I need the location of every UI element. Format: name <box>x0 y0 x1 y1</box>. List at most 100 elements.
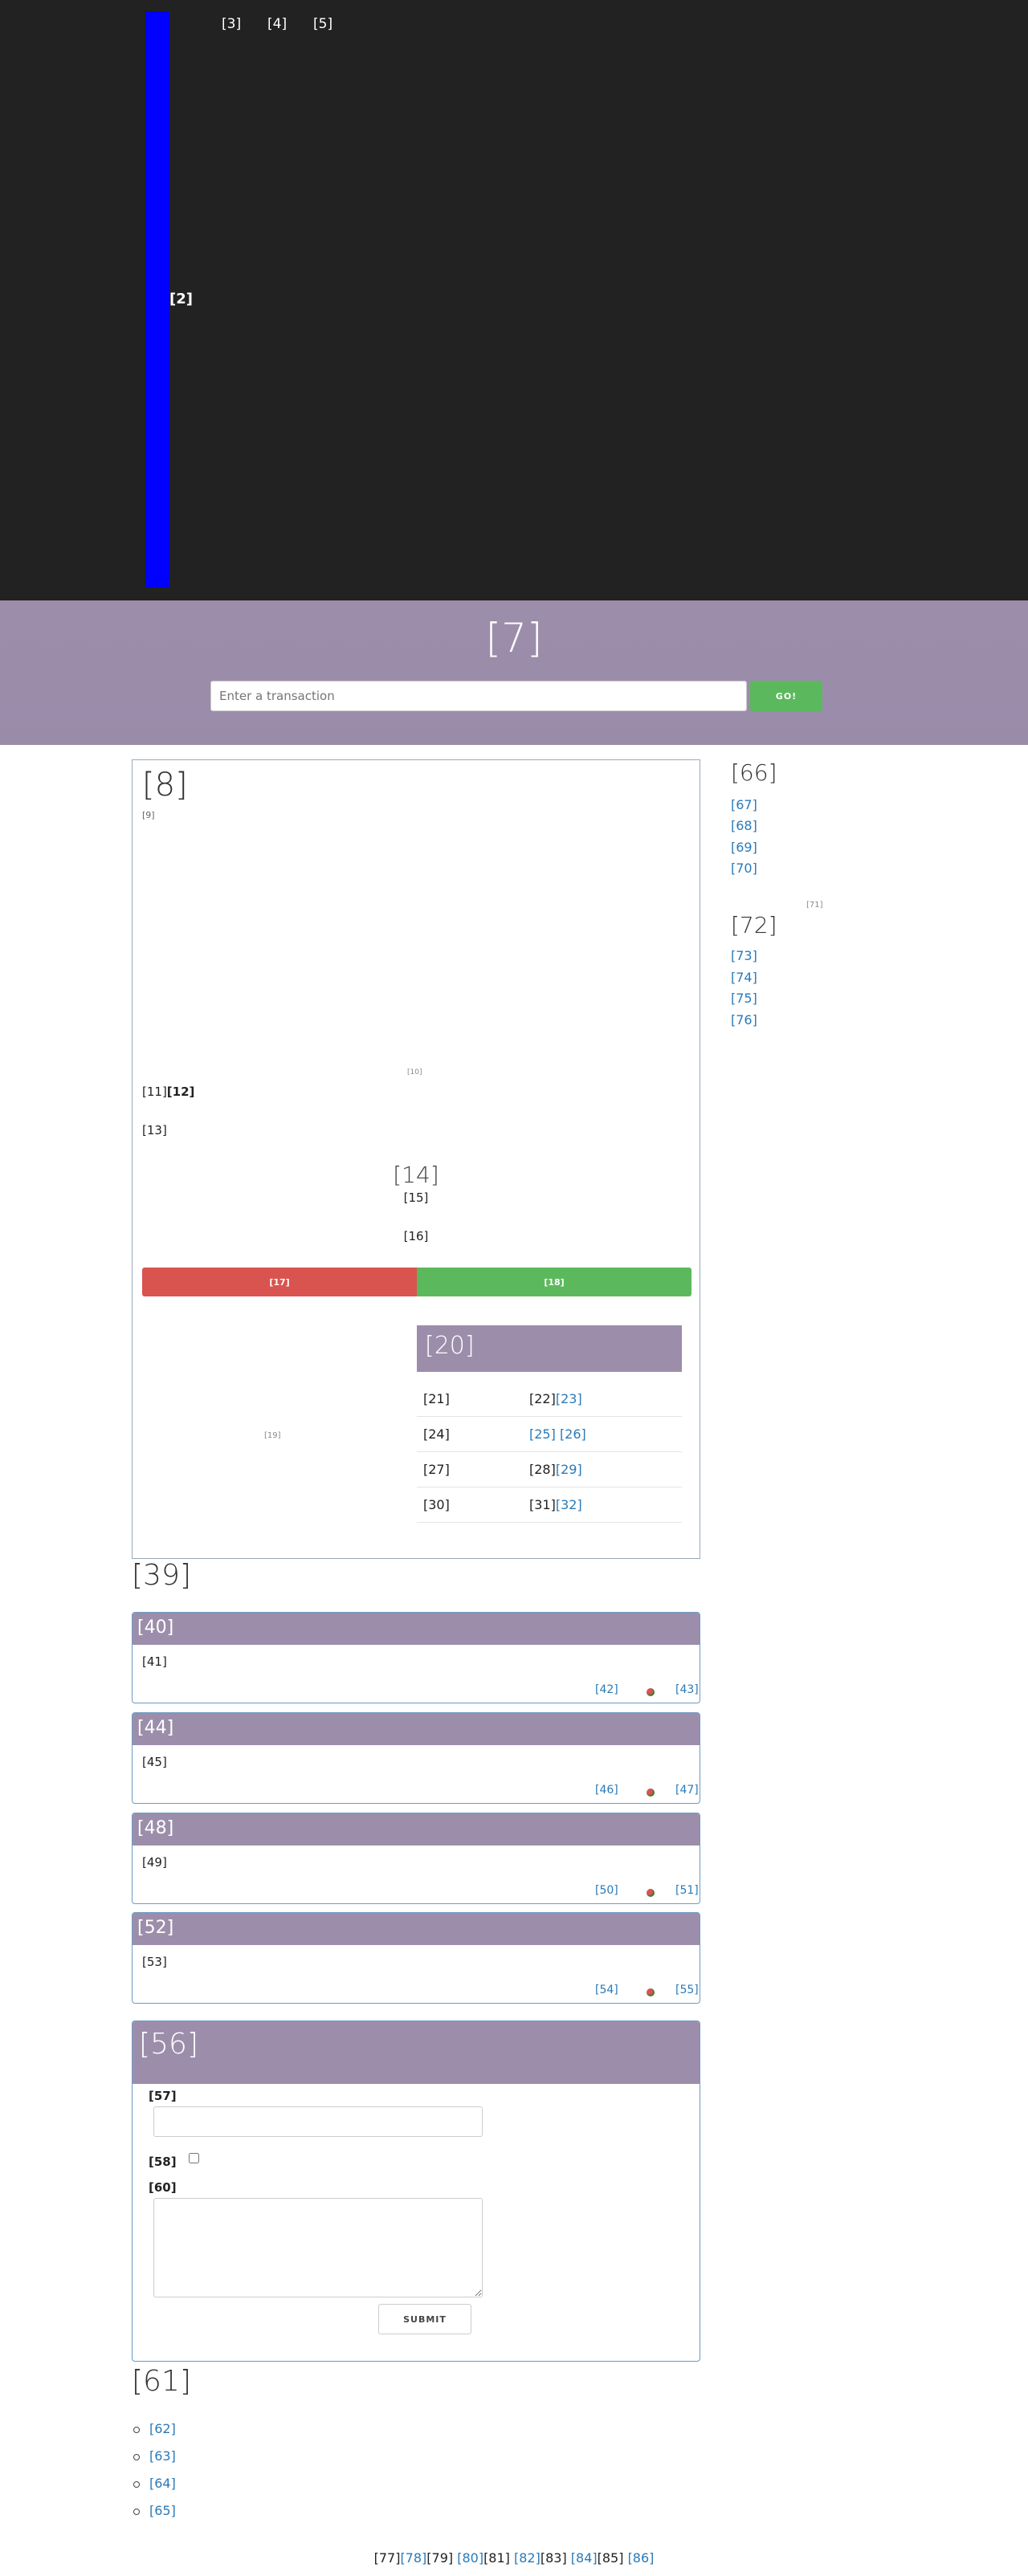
status-dot-icon <box>647 1688 655 1696</box>
transaction-search-input[interactable] <box>210 681 747 711</box>
progress-bar-green: [18] <box>417 1268 691 1296</box>
post-card-body: [41] <box>142 1654 167 1669</box>
go-button[interactable]: GO! <box>750 681 822 711</box>
sidebar-block-2-title: [72] <box>731 912 777 938</box>
sidebar-block-1-title: [66] <box>731 759 777 786</box>
table-row-value: [28][29] <box>529 1462 582 1477</box>
sidebar-caption: [71] <box>806 901 823 910</box>
checkbox-input[interactable] <box>189 2153 199 2163</box>
sidebar-link[interactable]: [74] <box>731 970 757 985</box>
table-row-value: [22][23] <box>529 1391 582 1406</box>
footer-text: [77] <box>373 2550 401 2566</box>
details-table-header: [20] <box>417 1325 682 1372</box>
table-row: [27] [28][29] <box>417 1452 682 1487</box>
table-row-value-text: [22] <box>529 1391 556 1406</box>
info-line-1-text: [11] <box>142 1085 167 1099</box>
footer-link[interactable]: [80] <box>457 2550 483 2566</box>
nav-item-5[interactable]: [5] <box>313 16 332 32</box>
table-row-link[interactable]: [25] <box>529 1426 556 1442</box>
post-card-header: [40] <box>133 1613 700 1645</box>
post-card-body: [53] <box>142 1955 167 1969</box>
sidebar-link[interactable]: [69] <box>731 840 757 855</box>
table-row-key: [24] <box>423 1426 450 1442</box>
field-1-label: [57] <box>149 2089 177 2103</box>
list-item: [64] <box>133 2476 176 2491</box>
footer: [77][78][79] [80][81] [82][83] [84][85] … <box>0 2550 1028 2566</box>
main-panel: [8] [9] [10] [11][12] [13] [14] [15] [16… <box>132 759 700 1559</box>
blue-side-bar <box>145 11 169 588</box>
table-row-key: [21] <box>423 1391 450 1406</box>
footer-link[interactable]: [86] <box>628 2550 655 2566</box>
sidebar-link[interactable]: [68] <box>731 818 757 833</box>
bullet-icon <box>133 2480 140 2488</box>
hero-section: [7] GO! <box>0 600 1028 745</box>
table-row: [30] [31][32] <box>417 1487 682 1523</box>
post-card: [40] [41] [42] [43] <box>132 1612 700 1703</box>
sidebar-link[interactable]: [73] <box>731 948 757 963</box>
list-item: [65] <box>133 2503 176 2518</box>
table-row: [21] [22][23] <box>417 1382 682 1417</box>
field-1-input[interactable] <box>153 2106 483 2137</box>
list-item-link[interactable]: [63] <box>149 2448 176 2464</box>
nav-item-4[interactable]: [4] <box>267 16 287 32</box>
post-card-header: [44] <box>133 1713 700 1745</box>
post-card-body: [45] <box>142 1755 167 1769</box>
main-title: [8] <box>142 767 188 804</box>
footer-text: [85] <box>597 2550 624 2566</box>
footer-link[interactable]: [82] <box>514 2550 541 2566</box>
post-card-link-right[interactable]: [51] <box>675 1884 699 1897</box>
list-item-link[interactable]: [65] <box>149 2503 176 2518</box>
nav-item-3[interactable]: [3] <box>222 16 241 32</box>
bullet-icon <box>133 2426 140 2433</box>
post-card-link-left[interactable]: [54] <box>595 1984 618 1996</box>
subtitle-line-2: [16] <box>403 1229 429 1243</box>
hero-title: [7] <box>485 615 543 661</box>
table-row-key: [30] <box>423 1497 450 1512</box>
post-card-link-left[interactable]: [50] <box>595 1884 618 1897</box>
post-card-link-right[interactable]: [47] <box>675 1784 699 1797</box>
post-card-link-left[interactable]: [42] <box>595 1683 618 1696</box>
list-item-link[interactable]: [64] <box>149 2476 176 2491</box>
table-row-value: [31][32] <box>529 1497 582 1512</box>
progress-bar-red: [17] <box>142 1268 417 1296</box>
image-caption: [10] <box>407 1068 422 1076</box>
comment-form-card: [56] [57] [58] [60] SUBMIT <box>132 2021 700 2362</box>
table-row-link[interactable]: [23] <box>556 1391 582 1406</box>
footer-text: [79] <box>426 2550 454 2566</box>
message-textarea[interactable] <box>153 2198 483 2297</box>
sidebar-link[interactable]: [67] <box>731 797 757 812</box>
footer-link[interactable]: [84] <box>571 2550 598 2566</box>
submit-button[interactable]: SUBMIT <box>378 2304 471 2334</box>
status-dot-icon <box>647 1889 655 1897</box>
list-item-link[interactable]: [62] <box>149 2421 176 2436</box>
list-item: [62] <box>133 2421 176 2436</box>
post-card-header: [52] <box>133 1913 700 1945</box>
table-row: [24] [25] [26] <box>417 1417 682 1452</box>
info-line-1-bold: [12] <box>166 1085 195 1099</box>
footer-link[interactable]: [78] <box>400 2550 426 2566</box>
main-caption: [9] <box>142 810 155 820</box>
sidebar-link[interactable]: [76] <box>731 1012 757 1028</box>
footer-text: [81] <box>483 2550 510 2566</box>
subtitle-line-1: [15] <box>403 1190 429 1205</box>
sidebar-link[interactable]: [75] <box>731 991 757 1006</box>
sidebar-link[interactable]: [70] <box>731 861 757 876</box>
post-card-header: [48] <box>133 1813 700 1846</box>
brand-link[interactable]: [2] <box>169 291 193 307</box>
checkbox-label: [58] <box>149 2155 177 2169</box>
footer-text: [83] <box>540 2550 567 2566</box>
list-item: [63] <box>133 2448 176 2464</box>
post-card-link-right[interactable]: [43] <box>675 1683 699 1696</box>
table-row-link[interactable]: [26] <box>560 1426 586 1442</box>
post-card-link-left[interactable]: [46] <box>595 1784 618 1797</box>
info-line-2: [13] <box>142 1123 167 1137</box>
post-card: [44] [45] [46] [47] <box>132 1712 700 1804</box>
info-line-1: [11][12] <box>142 1085 194 1099</box>
table-row-link[interactable]: [29] <box>556 1462 582 1477</box>
section-39-title: [39] <box>132 1559 191 1592</box>
post-card: [52] [53] [54] [55] <box>132 1912 700 2004</box>
status-dot-icon <box>647 1988 655 1996</box>
post-card-link-right[interactable]: [55] <box>675 1984 699 1996</box>
section-subtitle: [14] <box>393 1162 439 1188</box>
table-row-link[interactable]: [32] <box>556 1497 582 1512</box>
